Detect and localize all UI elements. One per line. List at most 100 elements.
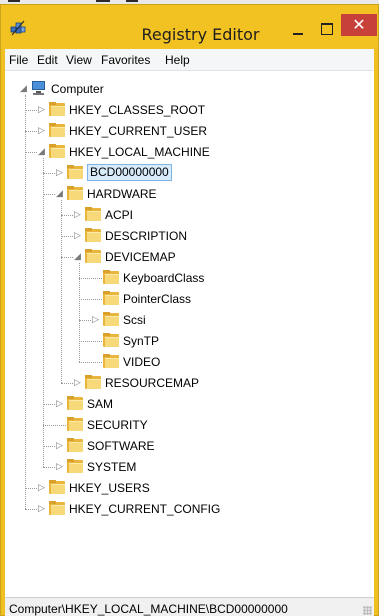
folder-icon xyxy=(85,207,102,222)
tree-node-label: SECURITY xyxy=(87,418,148,432)
close-icon: ✕ xyxy=(352,15,366,34)
tree-node-label: HARDWARE xyxy=(87,187,157,201)
collapse-arrow-icon[interactable]: ◢ xyxy=(73,250,82,262)
tree-connector xyxy=(43,158,44,467)
menu-favorites[interactable]: Favorites xyxy=(101,53,150,67)
folder-icon xyxy=(67,165,84,180)
tree-node-bcd00000000[interactable]: ▷ BCD00000000 xyxy=(5,163,374,183)
collapse-arrow-icon[interactable]: ◢ xyxy=(37,145,46,157)
registry-key-tree[interactable]: ◢ Computer ▷ HKEY_CLASSES_ROOT ▷ HKEY_CURRENT… xyxy=(5,71,374,597)
tree-connector xyxy=(79,341,102,342)
maximize-button[interactable] xyxy=(313,19,339,41)
tree-connector xyxy=(25,110,37,111)
menu-file[interactable]: File xyxy=(9,53,28,67)
tree-node-label: DEVICEMAP xyxy=(105,250,176,264)
tree-node-label: VIDEO xyxy=(123,355,161,369)
client-area: File Edit View Favorites Help ◢ Computer ▷… xyxy=(5,49,374,616)
tree-connector xyxy=(25,152,37,153)
tree-node-label: BCD00000000 xyxy=(87,164,172,181)
menu-edit[interactable]: Edit xyxy=(37,53,58,67)
tree-connector xyxy=(61,236,73,237)
tree-node-label: HKEY_USERS xyxy=(69,481,150,495)
tree-node-label: HKEY_CURRENT_CONFIG xyxy=(69,502,221,516)
tree-node-label: SYSTEM xyxy=(87,460,137,474)
tree-node-label: HKEY_CURRENT_USER xyxy=(69,124,208,138)
tree-connector xyxy=(43,446,55,447)
expand-arrow-icon[interactable]: ▷ xyxy=(55,166,64,178)
expand-arrow-icon[interactable]: ▷ xyxy=(91,313,100,325)
tree-node-hkey-current-config[interactable]: ▷ HKEY_CURRENT_CONFIG xyxy=(5,499,374,519)
resize-grip[interactable] xyxy=(363,606,372,615)
status-bar: Computer\HKEY_LOCAL_MACHINE\BCD00000000 xyxy=(5,597,374,616)
expand-arrow-icon[interactable]: ▷ xyxy=(37,124,46,136)
tree-node-label: SAM xyxy=(87,397,114,411)
expand-arrow-icon[interactable]: ▷ xyxy=(37,502,46,514)
tree-node-sam[interactable]: ▷ SAM xyxy=(5,394,374,414)
tree-connector xyxy=(79,278,102,279)
background-mark xyxy=(96,0,110,2)
folder-icon xyxy=(49,102,66,117)
folder-icon xyxy=(49,501,66,516)
tree-node-hkey-current-user[interactable]: ▷ HKEY_CURRENT_USER xyxy=(5,121,374,141)
menu-help[interactable]: Help xyxy=(165,53,190,67)
tree-connector xyxy=(79,263,80,362)
folder-icon xyxy=(85,249,102,264)
folder-icon xyxy=(103,333,120,348)
tree-node-hkey-users[interactable]: ▷ HKEY_USERS xyxy=(5,478,374,498)
tree-connector xyxy=(61,383,73,384)
expand-arrow-icon[interactable]: ▷ xyxy=(37,103,46,115)
tree-connector xyxy=(79,299,102,300)
folder-icon xyxy=(49,480,66,495)
tree-connector xyxy=(25,488,37,489)
tree-node-label: HKEY_LOCAL_MACHINE xyxy=(69,145,210,159)
folder-icon xyxy=(49,123,66,138)
folder-icon xyxy=(49,144,66,159)
tree-connector xyxy=(43,404,55,405)
folder-icon xyxy=(103,312,120,327)
tree-node-label: Computer xyxy=(51,82,104,96)
tree-connector xyxy=(61,215,73,216)
expand-arrow-icon[interactable]: ▷ xyxy=(55,460,64,472)
tree-node-security[interactable]: SECURITY xyxy=(5,415,374,435)
expand-arrow-icon[interactable]: ▷ xyxy=(55,397,64,409)
background-mark xyxy=(126,0,138,2)
tree-node-computer[interactable]: ◢ Computer xyxy=(5,79,374,99)
tree-connector xyxy=(43,467,55,468)
tree-node-software[interactable]: ▷ SOFTWARE xyxy=(5,436,374,456)
tree-node-hkey-local-machine[interactable]: ◢ HKEY_LOCAL_MACHINE xyxy=(5,142,374,162)
folder-icon xyxy=(103,270,120,285)
folder-icon xyxy=(67,417,84,432)
tree-node-hkey-classes-root[interactable]: ▷ HKEY_CLASSES_ROOT xyxy=(5,100,374,120)
collapse-arrow-icon[interactable]: ◢ xyxy=(19,82,28,94)
collapse-arrow-icon[interactable]: ◢ xyxy=(55,187,64,199)
tree-connector xyxy=(43,425,66,426)
background-mark xyxy=(8,0,20,2)
folder-icon xyxy=(67,438,84,453)
tree-node-label: ACPI xyxy=(105,208,134,222)
folder-icon xyxy=(67,459,84,474)
tree-connector xyxy=(43,194,55,195)
expand-arrow-icon[interactable]: ▷ xyxy=(37,481,46,493)
tree-node-label: RESOURCEMAP xyxy=(105,376,200,390)
status-path: Computer\HKEY_LOCAL_MACHINE\BCD00000000 xyxy=(9,602,288,616)
folder-icon xyxy=(67,186,84,201)
close-button[interactable]: ✕ xyxy=(341,14,377,36)
menu-view[interactable]: View xyxy=(66,53,92,67)
expand-arrow-icon[interactable]: ▷ xyxy=(55,439,64,451)
tree-connector xyxy=(25,509,37,510)
registry-editor-window: Registry Editor ✕ File Edit View Favorit… xyxy=(0,4,379,616)
expand-arrow-icon[interactable]: ▷ xyxy=(73,376,82,388)
expand-arrow-icon[interactable]: ▷ xyxy=(73,229,82,241)
tree-connector xyxy=(61,200,62,383)
title-bar[interactable]: Registry Editor ✕ xyxy=(1,5,378,49)
expand-arrow-icon[interactable]: ▷ xyxy=(73,208,82,220)
minimize-button[interactable] xyxy=(285,19,311,41)
tree-node-label: Scsi xyxy=(123,313,146,327)
folder-icon xyxy=(103,291,120,306)
tree-node-system[interactable]: ▷ SYSTEM xyxy=(5,457,374,477)
folder-icon xyxy=(85,375,102,390)
tree-node-label: KeyboardClass xyxy=(123,271,205,285)
menu-bar: File Edit View Favorites Help xyxy=(5,49,374,71)
tree-connector xyxy=(25,95,26,509)
tree-connector xyxy=(79,320,91,321)
